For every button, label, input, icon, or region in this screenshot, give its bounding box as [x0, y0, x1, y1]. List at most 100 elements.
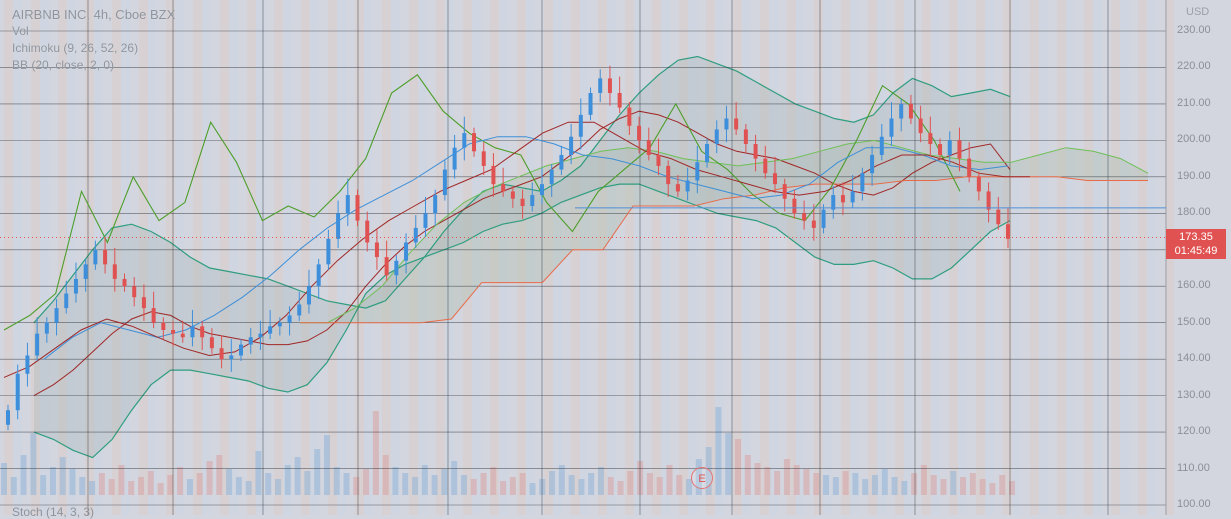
volume-bar [597, 467, 604, 495]
candle-body [870, 154, 875, 174]
candle-body [209, 337, 214, 349]
session-stripe [1129, 0, 1138, 515]
candle-body [6, 410, 10, 425]
candle-body [287, 315, 292, 323]
candle-body [753, 144, 758, 159]
session-stripe [1156, 0, 1165, 515]
legend-volume[interactable]: Vol [12, 23, 175, 40]
volume-bar [353, 477, 360, 495]
candle-body [549, 169, 554, 185]
candle-body [151, 308, 156, 323]
volume-bar [108, 479, 115, 495]
price-tick-label: 130.00 [1177, 388, 1211, 401]
volume-bar [588, 473, 595, 495]
candle-body [1006, 224, 1010, 239]
price-tick-label: 150.00 [1177, 315, 1211, 328]
candle-body [637, 125, 642, 141]
candle-body [355, 195, 360, 221]
candle-body [306, 286, 311, 305]
volume-bar [783, 459, 790, 495]
session-stripe [589, 0, 598, 515]
candle-body [326, 238, 331, 265]
session-stripe [1084, 0, 1093, 515]
candle-body [219, 348, 224, 360]
session-stripe [238, 0, 247, 515]
session-stripe [247, 0, 256, 515]
session-stripe [1057, 0, 1066, 515]
volume-bar [666, 465, 673, 495]
session-stripe [634, 0, 643, 515]
candle-body [889, 118, 894, 137]
price-tick-label: 110.00 [1177, 461, 1210, 474]
candle-body [763, 158, 768, 174]
candle-body [860, 173, 865, 192]
volume-bar [451, 461, 458, 495]
session-stripe [1075, 0, 1084, 515]
volume-bar [20, 455, 27, 495]
volume-bar [754, 463, 761, 495]
session-stripe [1012, 0, 1021, 515]
chart-root[interactable]: AIRBNB INC, 4h, Cboe BZX Vol Ichimoku (9… [0, 0, 1231, 519]
volume-bar [343, 473, 350, 495]
candle-body [947, 140, 952, 155]
volume-bar [862, 479, 869, 495]
volume-bar [646, 473, 653, 495]
session-stripe [769, 0, 778, 515]
legend-stochastic[interactable]: Stoch (14, 3, 3) [12, 505, 94, 519]
volume-bar [441, 469, 448, 495]
price-tick-label: 140.00 [1177, 352, 1211, 365]
candle-body [122, 278, 127, 287]
price-tick-label: 220.00 [1177, 60, 1211, 73]
volume-bar [69, 469, 76, 495]
session-stripe [1048, 0, 1057, 515]
last-price-value: 173.35 [1179, 231, 1213, 243]
candle-body [772, 173, 777, 185]
volume-bar [930, 475, 937, 495]
candle-body [802, 213, 807, 221]
volume-bar [147, 471, 154, 495]
legend-bollinger[interactable]: BB (20, close, 2, 0) [12, 57, 175, 74]
session-stripe [265, 0, 274, 515]
volume-bar [950, 471, 957, 495]
volume-bar [323, 435, 330, 495]
volume-bar [275, 479, 282, 495]
candle-body [64, 293, 69, 309]
volume-bar [333, 467, 340, 495]
volume-bar [989, 483, 996, 495]
volume-bar [979, 479, 986, 495]
candle-body [15, 373, 20, 411]
price-chart[interactable] [0, 0, 1231, 515]
volume-bar [617, 481, 624, 495]
session-stripe [301, 0, 310, 515]
symbol-title[interactable]: AIRBNB INC, 4h, Cboe BZX [12, 6, 175, 23]
earnings-marker[interactable]: E [691, 467, 713, 489]
volume-bar [216, 455, 223, 495]
price-tick-label: 160.00 [1177, 279, 1211, 292]
candle-body [268, 326, 273, 334]
volume-bar [656, 477, 663, 495]
candle-body [413, 227, 418, 243]
volume-bar [578, 479, 585, 495]
candle-body [520, 198, 525, 207]
price-tick-label: 230.00 [1177, 24, 1211, 36]
session-stripe [193, 0, 202, 515]
volume-bar [128, 481, 135, 495]
candle-body [840, 195, 845, 203]
candle-body [112, 264, 117, 279]
volume-bar [764, 467, 771, 495]
volume-bar [500, 481, 507, 495]
volume-bar [960, 477, 967, 495]
candle-body [345, 195, 350, 214]
session-stripe [778, 0, 787, 515]
session-stripe [1102, 0, 1111, 515]
session-stripe [607, 0, 616, 515]
candle-body [607, 78, 612, 93]
session-stripe [805, 0, 814, 515]
candle-body [248, 337, 253, 345]
volume-bar [519, 473, 526, 495]
candle-body [54, 308, 59, 323]
candle-body [811, 220, 816, 228]
legend-ichimoku[interactable]: Ichimoku (9, 26, 52, 26) [12, 40, 175, 57]
volume-bar [167, 475, 174, 495]
session-stripe [256, 0, 265, 515]
